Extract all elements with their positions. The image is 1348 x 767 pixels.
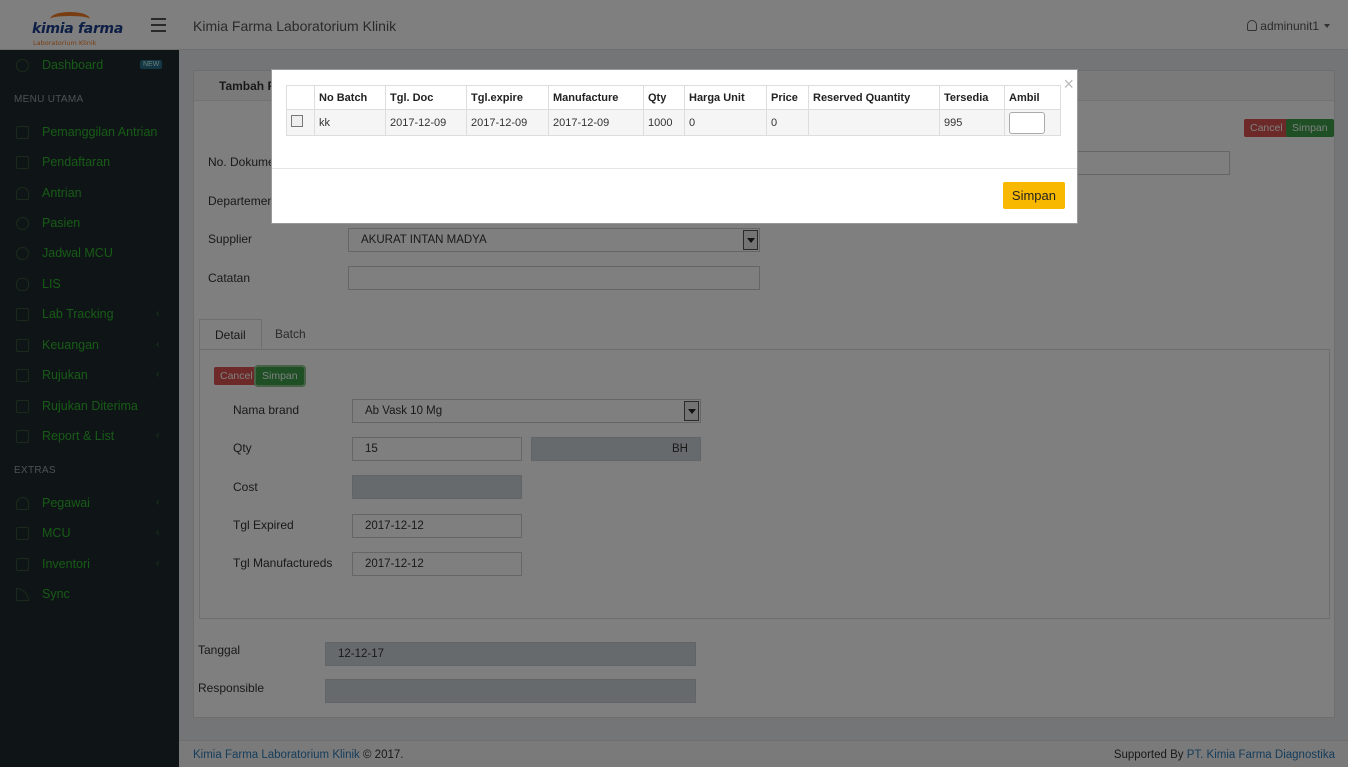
batch-modal: × No Batch Tgl. Doc Tgl.expire Manufactu… [271, 69, 1078, 224]
table-header: Tgl.expire [466, 85, 549, 110]
table-header: Manufacture [548, 85, 644, 110]
table-header: Qty [643, 85, 685, 110]
table-header-row: No Batch Tgl. Doc Tgl.expire Manufacture… [286, 85, 1061, 110]
cell-price: 0 [766, 109, 809, 136]
modal-divider [272, 168, 1077, 169]
close-icon[interactable]: × [1063, 75, 1074, 93]
cell-qty: 1000 [643, 109, 685, 136]
cell-reserved [808, 109, 940, 136]
cell-manufacture: 2017-12-09 [548, 109, 644, 136]
cell-tgl-doc: 2017-12-09 [385, 109, 467, 136]
ambil-input[interactable] [1009, 111, 1045, 134]
table-header: Tgl. Doc [385, 85, 467, 110]
cell-tersedia: 995 [939, 109, 1005, 136]
cell-ambil [1004, 109, 1061, 136]
cell-harga-unit: 0 [684, 109, 767, 136]
table-header: Tersedia [939, 85, 1005, 110]
row-checkbox[interactable] [291, 115, 303, 127]
table-header-check [286, 85, 315, 110]
cell-no-batch: kk [314, 109, 386, 136]
table-header: Ambil [1004, 85, 1061, 110]
table-header: No Batch [314, 85, 386, 110]
cell-tgl-expire: 2017-12-09 [466, 109, 549, 136]
modal-save-button[interactable]: Simpan [1002, 182, 1065, 209]
table-header: Reserved Quantity [808, 85, 940, 110]
table-header: Price [766, 85, 809, 110]
batch-table: No Batch Tgl. Doc Tgl.expire Manufacture… [286, 85, 1061, 136]
table-row: kk 2017-12-09 2017-12-09 2017-12-09 1000… [286, 109, 1061, 136]
table-header: Harga Unit [684, 85, 767, 110]
row-select-cell [286, 109, 315, 136]
